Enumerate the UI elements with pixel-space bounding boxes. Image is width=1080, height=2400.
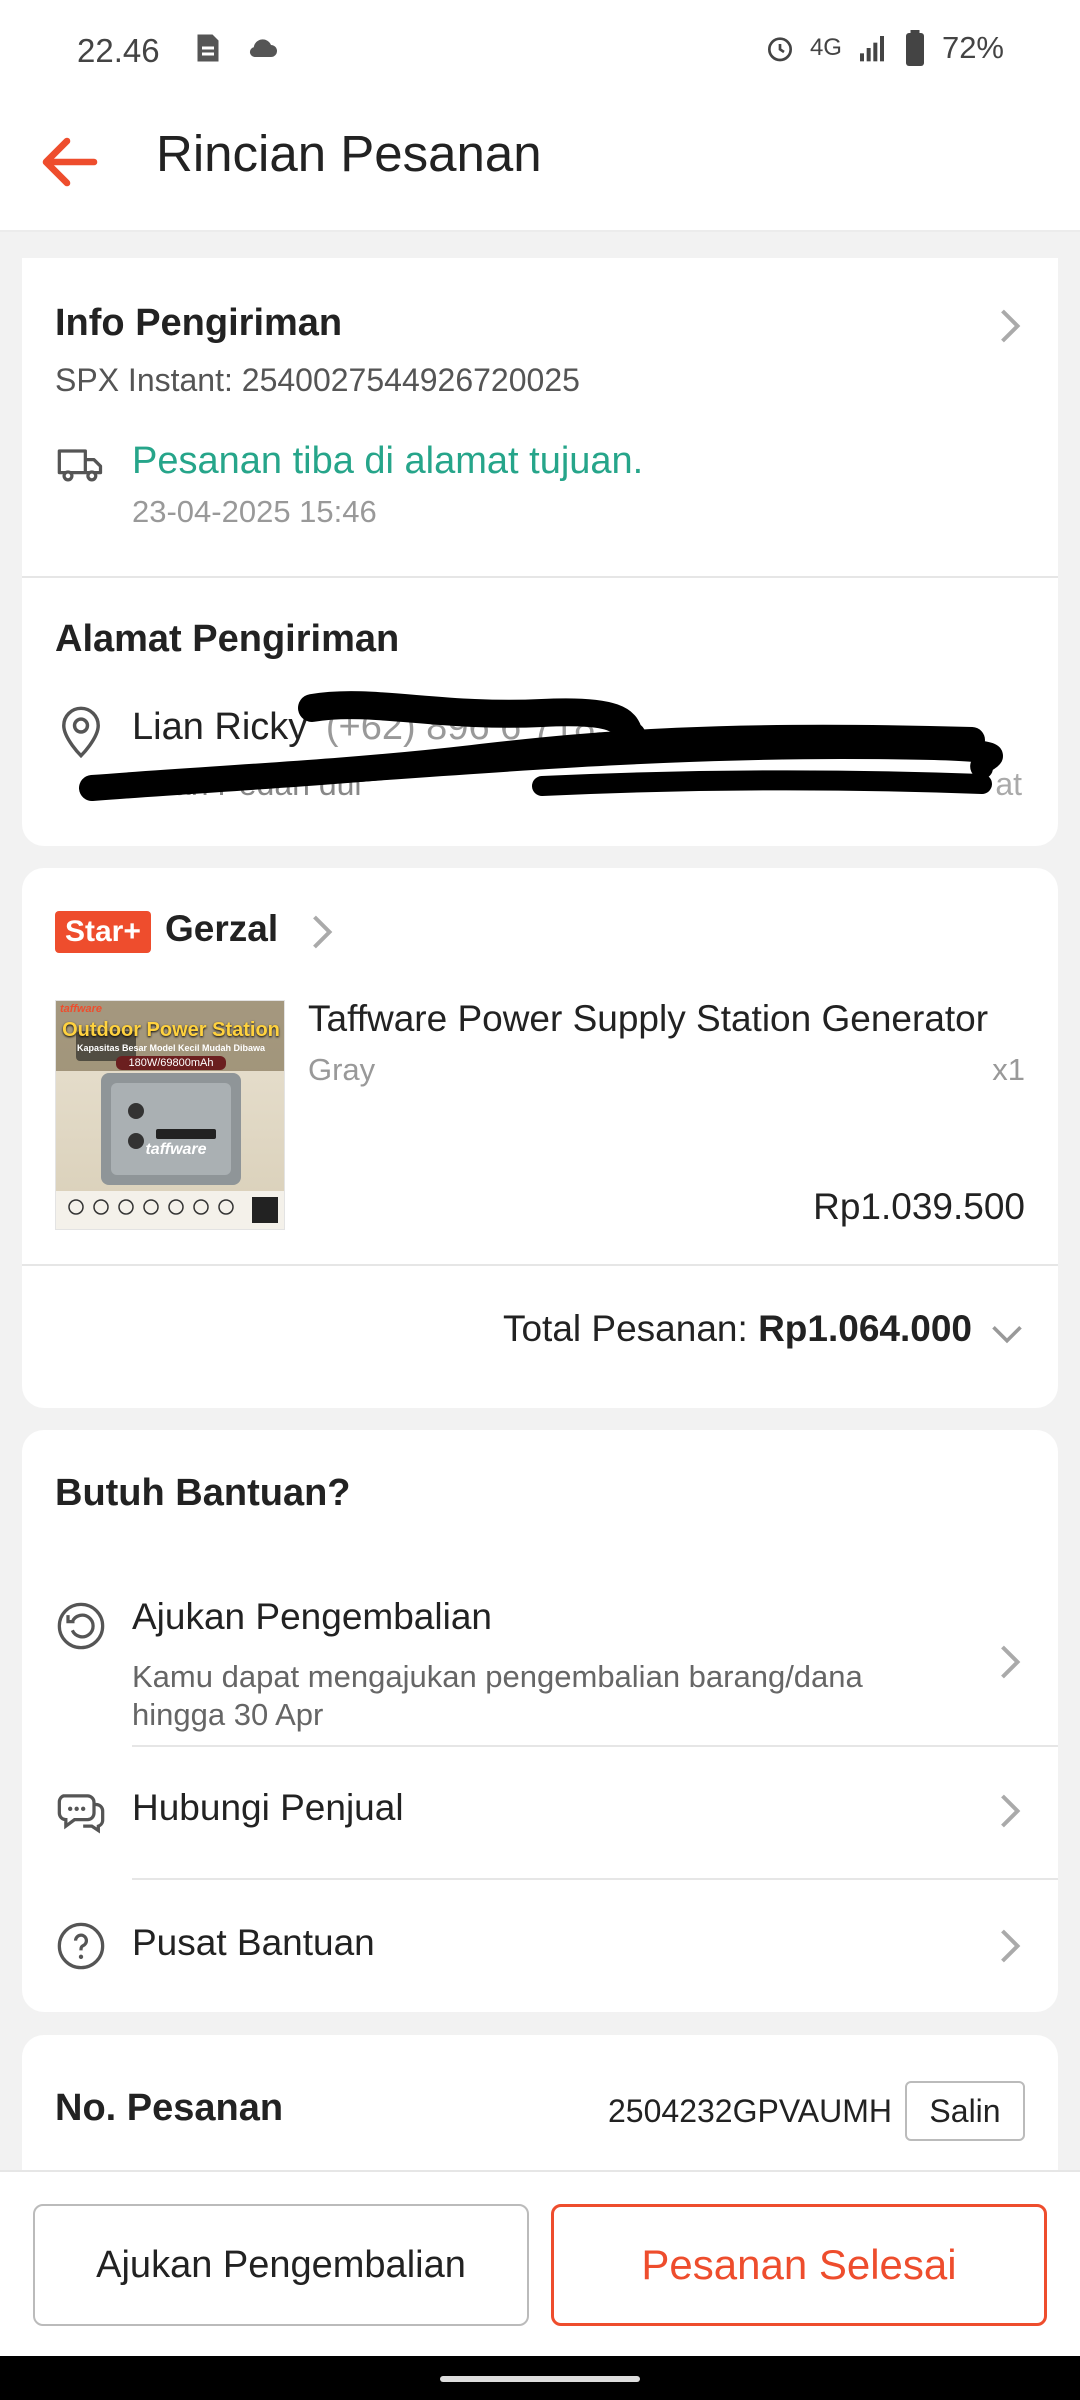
shop-header[interactable]: Star+ Gerzal bbox=[22, 868, 422, 978]
return-request-row[interactable]: Ajukan Pengembalian Kamu dapat mengajuka… bbox=[22, 1560, 1058, 1735]
image-spec: 180W/69800mAh bbox=[116, 1056, 226, 1070]
order-total-label: Total Pesanan: bbox=[502, 1308, 748, 1349]
network-type: 4G bbox=[809, 34, 842, 61]
status-time: 22.46 bbox=[77, 32, 160, 69]
chevron-down-icon bbox=[992, 1325, 1022, 1344]
page-title: Rincian Pesanan bbox=[156, 125, 542, 182]
order-number-label: No. Pesanan bbox=[55, 2087, 284, 2129]
help-title: Butuh Bantuan? bbox=[55, 1472, 351, 1514]
alarm-icon bbox=[767, 37, 792, 62]
product-qty: x1 bbox=[992, 1052, 1025, 1087]
arrow-left-icon[interactable] bbox=[34, 126, 106, 198]
cloud-icon bbox=[249, 39, 277, 57]
contact-seller-row[interactable]: Hubungi Penjual bbox=[22, 1747, 1058, 1877]
image-brand: taffware bbox=[145, 1141, 207, 1158]
image-subtitle: Kapasitas Besar Model Kecil Mudah Dibawa bbox=[76, 1043, 266, 1053]
return-request-label: Ajukan Pengembalian bbox=[132, 1596, 492, 1637]
shipping-info-title: Info Pengiriman bbox=[55, 302, 343, 344]
shipping-card: Info Pengiriman SPX Instant: 25400275449… bbox=[22, 258, 1058, 846]
home-gesture-handle[interactable] bbox=[440, 2376, 640, 2382]
status-bar: 22.46 4G 72% bbox=[0, 0, 1080, 100]
product-item[interactable]: taffware Outdoor Power Station Kapasitas… bbox=[22, 978, 1058, 1258]
product-image: taffware Outdoor Power Station Kapasitas… bbox=[55, 1000, 285, 1230]
product-variant: Gray bbox=[308, 1052, 376, 1087]
order-total: Total Pesanan: Rp1.064.000 bbox=[503, 1308, 972, 1350]
bottom-action-bar: Ajukan Pengembalian Pesanan Selesai bbox=[0, 2170, 1080, 2356]
order-number-value: 2504232GPVAUMH bbox=[608, 2093, 892, 2129]
image-brand-tag: taffware bbox=[60, 1003, 102, 1015]
shipping-status: Pesanan tiba di alamat tujuan. bbox=[132, 440, 644, 482]
tracking-number: SPX Instant: 2540027544926720025 bbox=[55, 362, 580, 398]
shipping-info-row[interactable]: Info Pengiriman SPX Instant: 25400275449… bbox=[22, 258, 1058, 576]
return-icon bbox=[57, 1602, 105, 1650]
product-card: Star+ Gerzal taffware Outdoor Power Stat… bbox=[22, 868, 1058, 1408]
request-return-button[interactable]: Ajukan Pengembalian bbox=[33, 2204, 529, 2326]
order-complete-button[interactable]: Pesanan Selesai bbox=[551, 2204, 1047, 2326]
app-bar: Rincian Pesanan bbox=[0, 100, 1080, 232]
chevron-right-icon bbox=[1001, 1645, 1021, 1679]
help-center-label: Pusat Bantuan bbox=[132, 1922, 375, 1963]
address-title: Alamat Pengiriman bbox=[55, 618, 400, 660]
shipping-date: 23-04-2025 15:46 bbox=[132, 494, 377, 529]
signal-icon bbox=[859, 36, 884, 62]
system-nav-bar bbox=[0, 2356, 1080, 2400]
copy-button[interactable]: Salin bbox=[905, 2081, 1025, 2141]
redaction-scribble bbox=[79, 691, 1003, 801]
battery-level: 72% bbox=[941, 30, 1004, 65]
truck-icon bbox=[57, 449, 103, 482]
sd-card-icon bbox=[197, 34, 219, 62]
chevron-right-icon bbox=[1001, 309, 1021, 343]
return-request-sub: Kamu dapat mengajukan pengembalian baran… bbox=[132, 1659, 863, 1732]
help-card: Butuh Bantuan? Ajukan Pengembalian Kamu … bbox=[22, 1430, 1058, 2012]
chevron-right-icon bbox=[1001, 1794, 1021, 1828]
chat-icon bbox=[57, 1794, 105, 1834]
order-total-value: Rp1.064.000 bbox=[758, 1308, 972, 1349]
product-price: Rp1.039.500 bbox=[813, 1186, 1025, 1227]
chevron-right-icon bbox=[313, 915, 333, 949]
chevron-right-icon bbox=[1001, 1929, 1021, 1963]
order-total-row[interactable]: Total Pesanan: Rp1.064.000 bbox=[22, 1266, 1058, 1408]
contact-seller-label: Hubungi Penjual bbox=[132, 1787, 404, 1828]
divider bbox=[22, 576, 1058, 578]
image-title: Outdoor Power Station bbox=[62, 1019, 280, 1041]
help-center-row[interactable]: Pusat Bantuan bbox=[22, 1880, 1058, 2012]
battery-icon bbox=[905, 30, 924, 66]
help-icon bbox=[57, 1922, 105, 1970]
product-name: Taffware Power Supply Station Generator bbox=[308, 998, 989, 1039]
shop-name: Gerzal bbox=[165, 908, 279, 949]
star-plus-badge: Star+ bbox=[55, 911, 151, 953]
